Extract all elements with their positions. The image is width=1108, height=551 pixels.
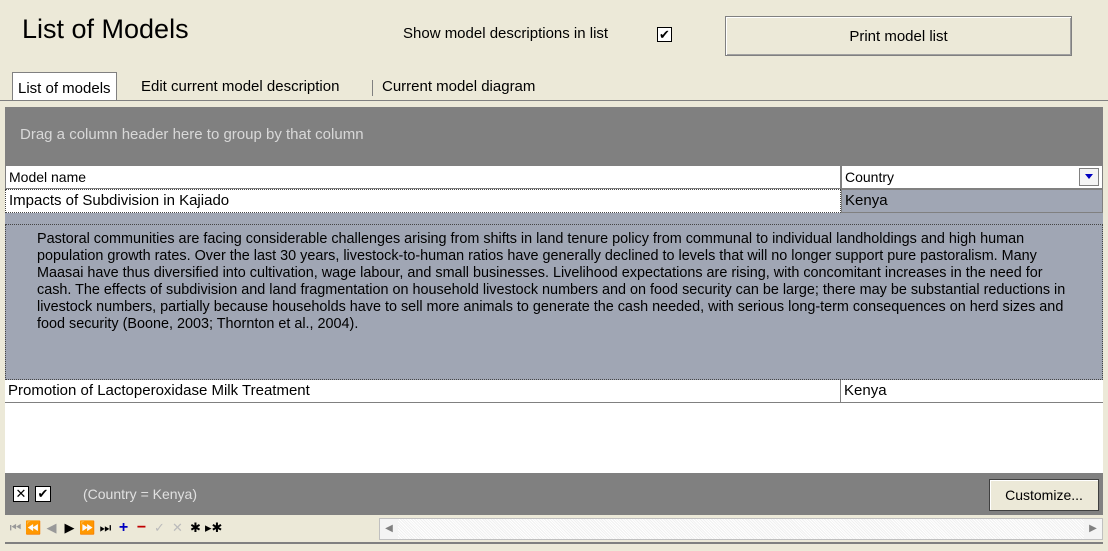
insert-icon[interactable]: + [115, 518, 132, 538]
bookmark-icon[interactable]: ▸✱ [205, 518, 222, 538]
table-row[interactable]: Impacts of Subdivision in Kajiado Kenya [5, 189, 1103, 224]
country-cell: Kenya [841, 189, 1103, 213]
models-grid: Drag a column header here to group by th… [5, 107, 1103, 544]
next-page-icon[interactable]: ⏩ [79, 518, 96, 538]
cancel-edit-icon[interactable]: ✕ [169, 518, 186, 538]
column-header-model-name[interactable]: Model name [5, 165, 841, 189]
horizontal-scrollbar[interactable]: ◀ ▶ [379, 518, 1103, 540]
model-description: Pastoral communities are facing consider… [5, 224, 1103, 380]
header: List of Models Show model descriptions i… [0, 0, 1108, 68]
tab-separator [372, 80, 373, 96]
next-record-icon[interactable]: ▶ [61, 518, 78, 538]
group-by-panel[interactable]: Drag a column header here to group by th… [5, 107, 1103, 165]
last-page-icon[interactable]: ⏭ [97, 518, 114, 538]
refresh-icon[interactable]: ✱ [187, 518, 204, 538]
navigator-bar: ⏮ ⏪ ◀ ▶ ⏩ ⏭ + − ✓ ✕ ✱ ▸✱ ◀ ▶ [5, 515, 1103, 542]
model-name-cell: Promotion of Lactoperoxidase Milk Treatm… [5, 380, 841, 402]
model-name-cell: Impacts of Subdivision in Kajiado [5, 189, 841, 213]
tab-list-of-models[interactable]: List of models [12, 72, 117, 100]
tab-bar: List of models Edit current model descri… [0, 68, 1108, 101]
filter-bar: ✕ ✔ (Country = Kenya) Customize... [5, 473, 1103, 511]
post-edit-icon[interactable]: ✓ [151, 518, 168, 538]
table-row[interactable]: Promotion of Lactoperoxidase Milk Treatm… [5, 380, 1103, 403]
show-descriptions-checkbox[interactable]: ✔ [657, 27, 672, 42]
scroll-left-icon[interactable]: ◀ [380, 519, 398, 539]
customize-button[interactable]: Customize... [989, 479, 1099, 511]
page-title: List of Models [22, 14, 189, 44]
clear-filter-icon[interactable]: ✕ [13, 486, 29, 502]
show-descriptions-label: Show model descriptions in list [403, 25, 609, 42]
grid-empty-area [5, 403, 1103, 473]
prev-page-icon[interactable]: ⏪ [25, 518, 42, 538]
tab-edit-description[interactable]: Edit current model description [136, 76, 344, 98]
country-cell: Kenya [844, 382, 887, 399]
first-page-icon[interactable]: ⏮ [7, 518, 24, 538]
filter-text[interactable]: (Country = Kenya) [83, 486, 197, 502]
tab-model-diagram[interactable]: Current model diagram [377, 76, 540, 98]
filter-enabled-checkbox[interactable]: ✔ [35, 486, 51, 502]
print-model-list-button[interactable]: Print model list [725, 16, 1072, 56]
column-header-country-label: Country [845, 169, 895, 185]
filter-dropdown-icon[interactable] [1079, 168, 1099, 186]
column-header-country[interactable]: Country [841, 165, 1103, 189]
scroll-right-icon[interactable]: ▶ [1084, 519, 1102, 539]
prev-record-icon[interactable]: ◀ [43, 518, 60, 538]
delete-icon[interactable]: − [133, 518, 150, 538]
